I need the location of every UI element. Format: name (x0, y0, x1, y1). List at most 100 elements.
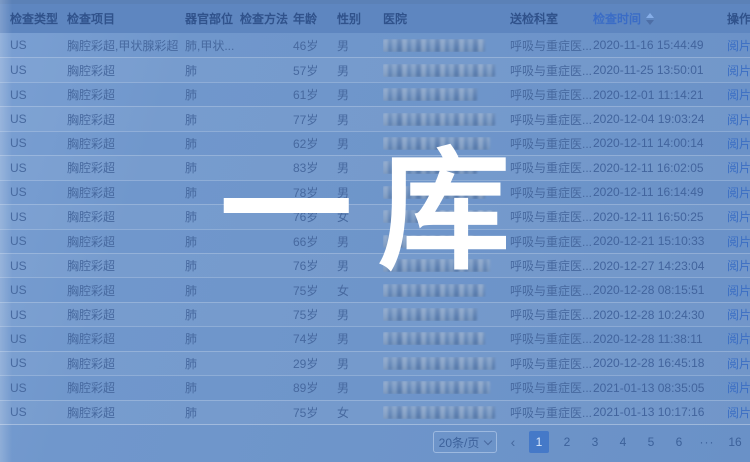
table-row[interactable]: US 胸腔彩超 肺 89岁 男 呼吸与重症医... 2021-01-13 08:… (0, 375, 750, 399)
cell-gender: 女 (337, 404, 383, 421)
table-row[interactable]: US 胸腔彩超 肺 57岁 男 呼吸与重症医... 2020-11-25 13:… (0, 57, 750, 81)
cell-check-time: 2020-12-11 16:14:49 (593, 185, 727, 199)
cell-check-item: 胸腔彩超 (67, 111, 185, 128)
cell-organ-part: 肺 (185, 135, 240, 152)
table-row[interactable]: US 胸腔彩超 肺 76岁 女 呼吸与重症医... 2020-12-11 16:… (0, 204, 750, 228)
page-button-3[interactable]: 3 (585, 431, 605, 453)
col-header-gender[interactable]: 性别 (337, 10, 383, 27)
cell-age: 77岁 (293, 111, 337, 128)
cell-organ-part: 肺 (185, 306, 240, 323)
table-row[interactable]: US 胸腔彩超 肺 75岁 男 呼吸与重症医... 2020-12-28 10:… (0, 302, 750, 326)
hospital-redacted-block (383, 88, 477, 101)
cell-check-item: 胸腔彩超 (67, 355, 185, 372)
col-header-check-item[interactable]: 检查项目 (67, 10, 185, 27)
cell-age: 78岁 (293, 184, 337, 201)
cell-department: 呼吸与重症医... (510, 306, 593, 323)
cell-check-item: 胸腔彩超 (67, 404, 185, 421)
col-header-department[interactable]: 送检科室 (510, 10, 593, 27)
col-header-check-method[interactable]: 检查方法 (240, 10, 293, 27)
cell-check-type: US (0, 234, 67, 248)
cell-operation: 阅片 (727, 330, 750, 347)
table-row[interactable]: US 胸腔彩超 肺 29岁 男 呼吸与重症医... 2020-12-28 16:… (0, 351, 750, 375)
cell-operation: 阅片 (727, 404, 750, 421)
cell-check-item: 胸腔彩超 (67, 184, 185, 201)
page-button-1[interactable]: 1 (529, 431, 549, 453)
cell-age: 29岁 (293, 355, 337, 372)
read-film-link[interactable]: 阅片 (727, 113, 750, 127)
table-row[interactable]: US 胸腔彩超 肺 75岁 女 呼吸与重症医... 2020-12-28 08:… (0, 277, 750, 301)
cell-gender: 男 (337, 135, 383, 152)
cell-check-item: 胸腔彩超 (67, 282, 185, 299)
read-film-link[interactable]: 阅片 (727, 381, 750, 395)
cell-gender: 男 (337, 330, 383, 347)
sort-caret-icon[interactable] (646, 13, 654, 25)
cell-organ-part: 肺 (185, 355, 240, 372)
page-size-select[interactable]: 20条/页 (433, 431, 497, 453)
col-header-check-type[interactable]: 检查类型 (0, 10, 67, 27)
cell-age: 76岁 (293, 208, 337, 225)
table-row[interactable]: US 胸腔彩超 肺 62岁 男 呼吸与重症医... 2020-12-11 14:… (0, 131, 750, 155)
read-film-link[interactable]: 阅片 (727, 210, 750, 224)
table-row[interactable]: US 胸腔彩超 肺 77岁 男 呼吸与重症医... 2020-12-04 19:… (0, 106, 750, 130)
read-film-link[interactable]: 阅片 (727, 357, 750, 371)
col-header-hospital[interactable]: 医院 (383, 10, 510, 27)
read-film-link[interactable]: 阅片 (727, 308, 750, 322)
read-film-link[interactable]: 阅片 (727, 137, 750, 151)
cell-hospital (383, 332, 510, 345)
cell-check-time: 2020-12-11 16:02:05 (593, 161, 727, 175)
cell-age: 66岁 (293, 233, 337, 250)
cell-department: 呼吸与重症医... (510, 86, 593, 103)
cell-operation: 阅片 (727, 355, 750, 372)
table-row[interactable]: US 胸腔彩超,甲状腺彩超 肺,甲状... 46岁 男 呼吸与重症医... 20… (0, 33, 750, 57)
cell-hospital (383, 259, 510, 272)
cell-age: 57岁 (293, 62, 337, 79)
cell-department: 呼吸与重症医... (510, 37, 593, 54)
read-film-link[interactable]: 阅片 (727, 161, 750, 175)
read-film-link[interactable]: 阅片 (727, 88, 750, 102)
page-button-2[interactable]: 2 (557, 431, 577, 453)
cell-department: 呼吸与重症医... (510, 62, 593, 79)
cell-operation: 阅片 (727, 86, 750, 103)
cell-check-type: US (0, 381, 67, 395)
read-film-link[interactable]: 阅片 (727, 186, 750, 200)
cell-gender: 男 (337, 86, 383, 103)
cell-organ-part: 肺 (185, 62, 240, 79)
page-button-5[interactable]: 5 (641, 431, 661, 453)
read-film-link[interactable]: 阅片 (727, 284, 750, 298)
cell-operation: 阅片 (727, 306, 750, 323)
col-header-age[interactable]: 年龄 (293, 10, 337, 27)
table-header-row: 检查类型 检查项目 器官部位 检查方法 年龄 性别 医院 送检科室 检查时间 操… (0, 4, 750, 33)
cell-check-type: US (0, 38, 67, 52)
table-row[interactable]: US 胸腔彩超 肺 61岁 男 呼吸与重症医... 2020-12-01 11:… (0, 82, 750, 106)
table-row[interactable]: US 胸腔彩超 肺 76岁 男 呼吸与重症医... 2020-12-27 14:… (0, 253, 750, 277)
study-list-screen: 检查类型 检查项目 器官部位 检查方法 年龄 性别 医院 送检科室 检查时间 操… (0, 0, 750, 462)
page-button-6[interactable]: 6 (669, 431, 689, 453)
read-film-link[interactable]: 阅片 (727, 406, 750, 420)
cell-hospital (383, 406, 510, 419)
page-button-4[interactable]: 4 (613, 431, 633, 453)
cell-operation: 阅片 (727, 184, 750, 201)
table-row[interactable]: US 胸腔彩超 肺 78岁 男 呼吸与重症医... 2020-12-11 16:… (0, 180, 750, 204)
table-row[interactable]: US 胸腔彩超 肺 74岁 男 呼吸与重症医... 2020-12-28 11:… (0, 326, 750, 350)
read-film-link[interactable]: 阅片 (727, 64, 750, 78)
col-header-check-time[interactable]: 检查时间 (593, 10, 727, 27)
read-film-link[interactable]: 阅片 (727, 39, 750, 53)
read-film-link[interactable]: 阅片 (727, 235, 750, 249)
page-button-16[interactable]: 16 (725, 431, 745, 453)
read-film-link[interactable]: 阅片 (727, 259, 750, 273)
read-film-link[interactable]: 阅片 (727, 332, 750, 346)
col-header-organ-part[interactable]: 器官部位 (185, 10, 240, 27)
hospital-redacted-block (383, 64, 495, 77)
table-row[interactable]: US 胸腔彩超 肺 66岁 男 呼吸与重症医... 2020-12-21 15:… (0, 229, 750, 253)
hospital-redacted-block (383, 186, 485, 199)
cell-gender: 男 (337, 306, 383, 323)
table-row[interactable]: US 胸腔彩超 肺 75岁 女 呼吸与重症医... 2021-01-13 10:… (0, 400, 750, 424)
prev-page-button[interactable]: ‹ (505, 434, 521, 450)
check-time-label: 检查时间 (593, 10, 641, 27)
cell-hospital (383, 210, 510, 223)
table-row[interactable]: US 胸腔彩超 肺 83岁 男 呼吸与重症医... 2020-12-11 16:… (0, 155, 750, 179)
page-ellipsis[interactable]: ··· (697, 431, 717, 453)
cell-department: 呼吸与重症医... (510, 135, 593, 152)
cell-age: 75岁 (293, 404, 337, 421)
cell-check-item: 胸腔彩超 (67, 135, 185, 152)
